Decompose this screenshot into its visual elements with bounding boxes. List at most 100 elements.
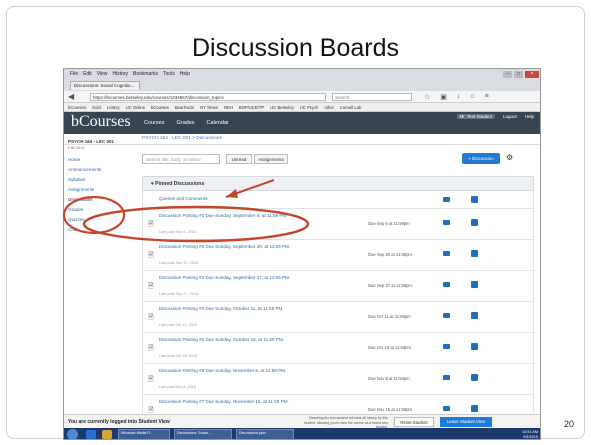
published-icon[interactable] — [471, 250, 478, 257]
menu-help[interactable]: Help — [180, 71, 190, 77]
comment-icon[interactable] — [443, 282, 450, 287]
bookmark-item[interactable]: bCourses — [151, 105, 169, 110]
comment-icon[interactable] — [443, 313, 450, 318]
sidebar-item-chat[interactable]: Chat — [68, 225, 128, 235]
menu-view[interactable]: View — [97, 71, 108, 77]
comment-icon[interactable] — [443, 344, 450, 349]
menu-tools[interactable]: Tools — [163, 71, 175, 77]
bookmark-item[interactable]: NEH — [224, 105, 233, 110]
sidebar-item-grades[interactable]: Grades — [68, 205, 128, 215]
menu-icon[interactable]: ≡ — [485, 93, 489, 101]
bookmark-item[interactable]: other — [324, 105, 334, 110]
ie-icon[interactable] — [86, 430, 96, 439]
discussion-row[interactable]: 🗎 Discussion Posting #6 Due Sunday, Nove… — [142, 364, 534, 395]
star-icon[interactable]: ☆ — [424, 93, 430, 101]
bookmark-item[interactable]: Cornell Lab — [340, 105, 361, 110]
comment-icon[interactable] — [443, 406, 450, 411]
discussion-title[interactable]: Discussion Posting #3 Due Sunday, Septem… — [159, 275, 319, 281]
discussion-row[interactable]: 🗎 Discussion Posting #4 Due Sunday, Octo… — [142, 302, 534, 333]
published-icon[interactable] — [471, 405, 478, 412]
discussion-title[interactable]: Discussion Posting #2 Due Sunday, Septem… — [159, 244, 319, 250]
discussion-title[interactable]: Discussion Posting #1 Due Sunday, Septem… — [159, 213, 319, 219]
discussion-row[interactable]: 🗎 Discussion Posting #5 Due Sunday, Octo… — [142, 333, 534, 364]
taskbar-task[interactable]: Discussions: Social... — [174, 429, 232, 439]
sidebar-item-home[interactable]: Home — [68, 155, 128, 165]
discussion-row[interactable]: Queries and Comments — [142, 191, 534, 209]
discussion-title[interactable]: Discussion Posting #7 Due Sunday, Novemb… — [159, 399, 319, 405]
bookmark-item[interactable]: UC Berkeley — [270, 105, 294, 110]
published-icon[interactable] — [471, 196, 478, 203]
back-arrow-icon[interactable]: ◀ — [68, 92, 74, 101]
comment-icon[interactable] — [443, 251, 450, 256]
published-icon[interactable] — [471, 219, 478, 226]
add-discussion-button[interactable]: + Discussion — [462, 153, 500, 164]
sidebar-item-discussions[interactable]: Discussions — [68, 195, 128, 205]
course-term: Fall 2015 — [68, 145, 85, 150]
comment-icon[interactable] — [443, 375, 450, 380]
unread-filter-button[interactable]: Unread — [226, 154, 252, 164]
discussion-row[interactable]: 🗎 Discussion Posting #2 Due Sunday, Sept… — [142, 240, 534, 271]
start-button-icon[interactable] — [67, 429, 78, 439]
download-icon[interactable]: ↓ — [457, 93, 461, 101]
sidebar-item-announcements[interactable]: Announcements — [68, 165, 128, 175]
bcourses-logo[interactable]: bCourses — [71, 113, 131, 131]
discussion-title[interactable]: Discussion Posting #5 Due Sunday, Octobe… — [159, 337, 319, 343]
nav-courses[interactable]: Courses — [144, 120, 164, 126]
taskbar-task[interactable]: Windows Media P... — [118, 429, 170, 439]
discussion-row[interactable]: 🗎 Discussion Posting #1 Due Sunday, Sept… — [142, 209, 534, 240]
bookmark-item[interactable]: BearFacts — [175, 105, 194, 110]
published-icon[interactable] — [471, 374, 478, 381]
course-sidebar: Home Announcements Syllabus Assignments … — [68, 155, 128, 235]
pinned-discussions-header[interactable]: ▾ Pinned Discussions — [142, 176, 534, 191]
nav-grades[interactable]: Grades — [176, 120, 194, 126]
sidebar-item-syllabus[interactable]: Syllabus — [68, 175, 128, 185]
browser-search-input[interactable]: Search — [332, 93, 412, 101]
close-icon[interactable]: × — [525, 71, 539, 78]
discussion-title[interactable]: Discussion Posting #4 Due Sunday, Octobe… — [159, 306, 319, 312]
published-icon[interactable] — [471, 281, 478, 288]
bookmark-item[interactable]: bCourses — [68, 105, 86, 110]
menu-edit[interactable]: Edit — [83, 71, 92, 77]
discussion-search-input[interactable]: Search title, body, or author — [142, 154, 220, 164]
browser-tab[interactable]: Discussions: Social Cognitio... — [70, 81, 140, 90]
gear-icon[interactable]: ⚙ — [506, 153, 513, 162]
discussion-title[interactable]: Queries and Comments — [159, 196, 419, 202]
sidebar-item-quizzes[interactable]: Quizzes — [68, 215, 128, 225]
bookmark-item[interactable]: UC Psych — [300, 105, 319, 110]
home-icon[interactable]: ⌂ — [470, 93, 474, 101]
published-icon[interactable] — [471, 343, 478, 350]
breadcrumb[interactable]: PSYCH 164 - LEC 001 > Discussions — [142, 136, 222, 141]
student-view-message: You are currently logged into Student Vi… — [68, 419, 170, 425]
nav-calendar[interactable]: Calendar — [207, 120, 229, 126]
due-date: Due Oct 18 at 11:59pm — [368, 345, 411, 350]
due-date: Due Nov 15 at 11:59pm — [368, 407, 412, 412]
discussion-row[interactable]: 🗎 Discussion Posting #3 Due Sunday, Sept… — [142, 271, 534, 302]
folder-icon[interactable] — [102, 430, 112, 439]
menu-file[interactable]: File — [70, 71, 78, 77]
last-post: Last post Sep 27, 2015 — [159, 292, 199, 296]
reset-student-button[interactable]: Reset Student — [394, 417, 434, 427]
bookmark-item[interactable]: NY Times — [200, 105, 218, 110]
logout-link[interactable]: Logout — [503, 114, 517, 119]
assignments-filter-button[interactable]: Assignments — [254, 154, 288, 164]
discussions-toolbar: Search title, body, or author Unread Ass… — [142, 152, 534, 166]
bookmark-item[interactable]: Lottery — [107, 105, 120, 110]
taskbar-task[interactable]: Discussions.pptx — [236, 429, 294, 439]
maximize-icon[interactable]: □ — [514, 71, 523, 78]
minimize-icon[interactable]: – — [503, 71, 512, 78]
bookmark-item[interactable]: Gold — [92, 105, 101, 110]
published-icon[interactable] — [471, 312, 478, 319]
bookmark-item[interactable]: BOP/UCB/TP — [239, 105, 264, 110]
leave-student-view-button[interactable]: Leave Student View — [440, 417, 492, 427]
comment-icon[interactable] — [443, 220, 450, 225]
discussion-title[interactable]: Discussion Posting #6 Due Sunday, Novemb… — [159, 368, 319, 374]
bookmark-item[interactable]: UC Online — [126, 105, 145, 110]
user-name[interactable]: Mr. Test Student — [456, 114, 495, 119]
url-bar[interactable]: https://bcourses.berkeley.edu/courses/12… — [90, 93, 326, 101]
menu-bookmarks[interactable]: Bookmarks — [133, 71, 158, 77]
bookmark-icon[interactable]: ▣ — [440, 93, 447, 101]
comment-icon[interactable] — [443, 197, 450, 202]
sidebar-item-assignments[interactable]: Assignments — [68, 185, 128, 195]
menu-history[interactable]: History — [112, 71, 128, 77]
help-link[interactable]: Help — [525, 114, 534, 119]
